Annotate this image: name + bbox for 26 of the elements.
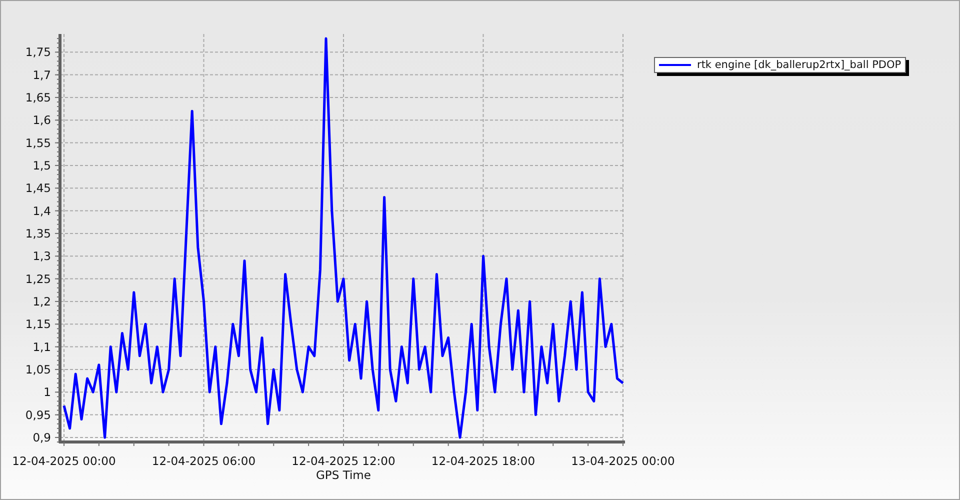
y-tick-label: 1 [44,385,51,400]
y-tick-label: 1,1 [32,340,51,354]
y-tick-label: 1,6 [32,113,51,128]
y-tick-label: 1,45 [25,181,51,196]
legend-label: rtk engine [dk_ballerup2rtx]_ball PDOP [697,59,902,71]
y-tick-label: 1,35 [25,226,51,240]
y-tick-label: 1,4 [32,204,51,218]
x-axis-title: GPS Time [316,468,371,482]
x-tick-label: 12-04-2025 18:00 [431,454,536,468]
y-tick-label: 1,7 [32,68,51,82]
x-tick-label: 12-04-2025 00:00 [12,454,116,468]
legend-line-icon [659,64,691,66]
x-tick-label: 12-04-2025 06:00 [152,454,256,468]
y-tick-label: 1,15 [25,317,51,332]
y-tick-label: 0,95 [25,408,51,422]
y-tick-label: 1,65 [25,90,51,104]
y-tick-label: 0,9 [32,430,51,444]
x-tick-label: 12-04-2025 12:00 [292,454,396,468]
y-tick-label: 1,55 [25,136,51,150]
y-tick-label: 1,2 [32,294,51,308]
x-tick-label: 13-04-2025 00:00 [571,454,675,468]
y-tick-label: 1,05 [25,362,51,376]
y-tick-label: 1,25 [25,272,51,286]
y-tick-label: 1,3 [32,249,51,264]
y-tick-label: 1,75 [25,45,51,60]
y-tick-label: 1,5 [32,158,51,172]
